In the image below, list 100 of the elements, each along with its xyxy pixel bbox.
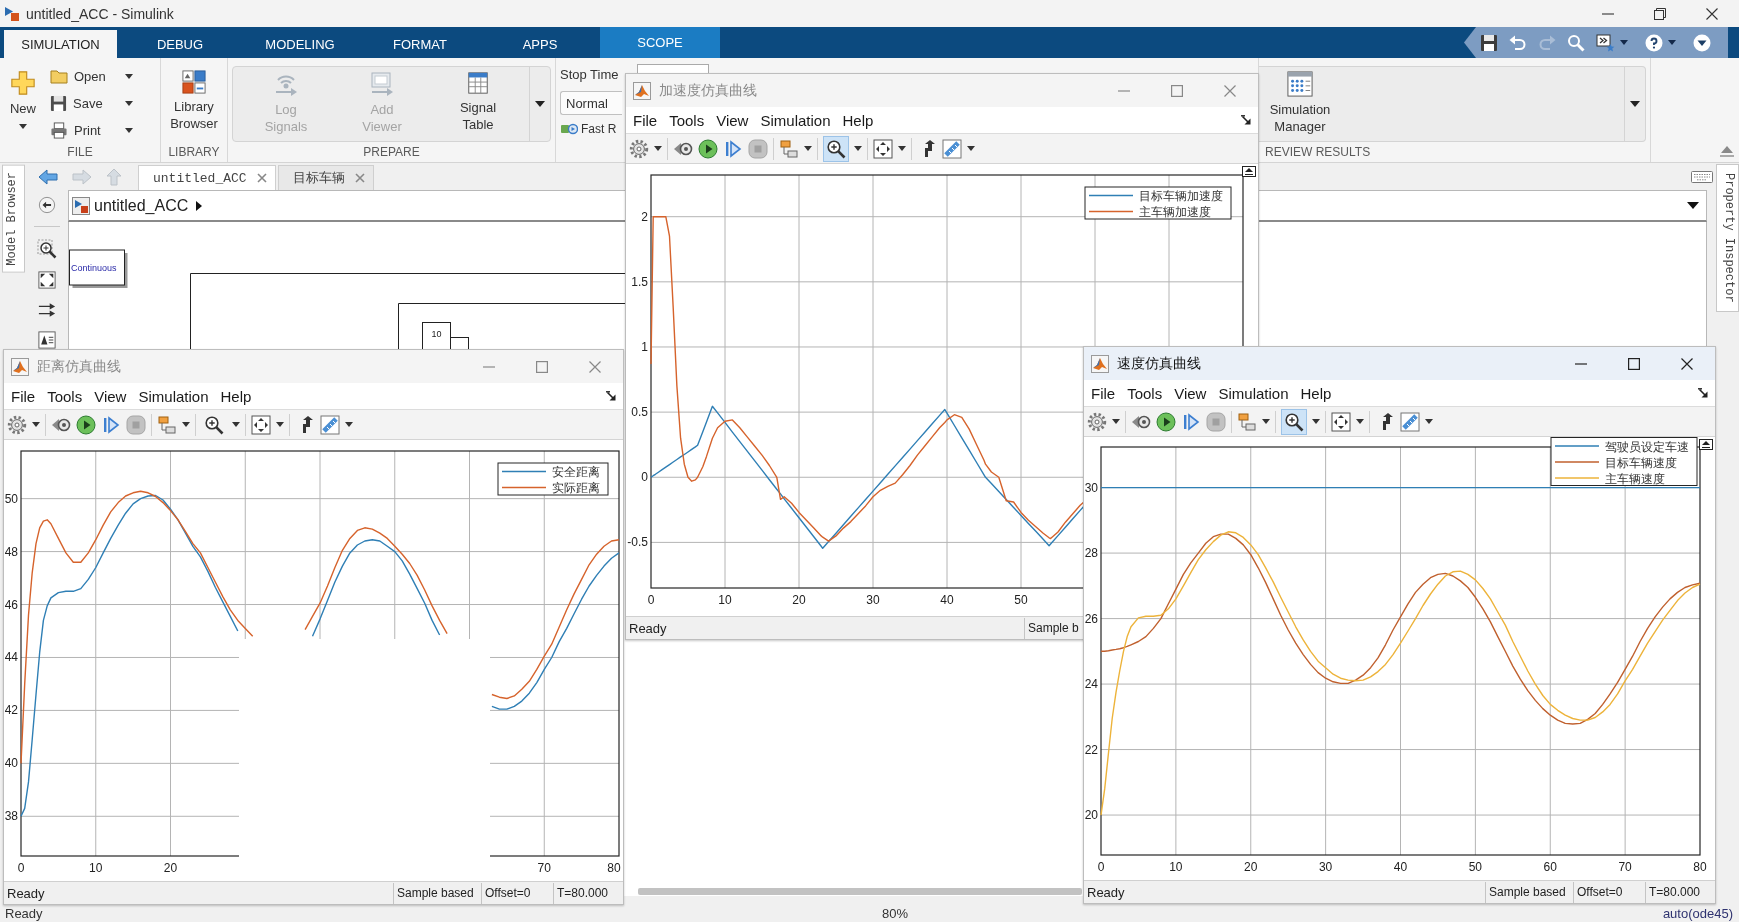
caret-icon[interactable] [854, 146, 862, 151]
caret-icon[interactable] [804, 146, 812, 151]
down-right-arrow-icon[interactable] [1698, 388, 1708, 398]
up-arrow-box-icon[interactable] [1699, 439, 1713, 450]
diagram-block[interactable] [450, 337, 469, 350]
menu-item[interactable]: Tools [663, 111, 711, 129]
search-icon[interactable] [1567, 33, 1585, 52]
caret-right-icon[interactable] [196, 200, 203, 211]
horizontal-scrollbar[interactable] [638, 888, 1082, 895]
ribbon-tab[interactable]: SCOPE [600, 27, 720, 58]
ribbon-tab[interactable]: MODELING [240, 30, 360, 58]
close-icon[interactable] [1706, 7, 1718, 20]
caret-icon[interactable] [1620, 40, 1628, 45]
caret-icon[interactable] [182, 422, 190, 427]
ribbon-button[interactable]: Print [50, 117, 133, 144]
side-panel-tab[interactable]: Property Inspector [1716, 164, 1739, 312]
ribbon-tab[interactable]: APPS [480, 30, 600, 58]
diagram-block[interactable]: 10 [422, 322, 451, 350]
editor-tab[interactable]: 目标车辆 [277, 165, 374, 190]
menu-item[interactable]: Simulation [132, 387, 215, 405]
caret-icon[interactable] [32, 422, 40, 427]
caret-icon[interactable] [1425, 419, 1433, 424]
keyboard-icon[interactable] [1691, 170, 1713, 183]
down-right-arrow-icon[interactable] [1241, 115, 1251, 125]
caret-icon[interactable] [1112, 419, 1120, 424]
close-icon[interactable] [1680, 357, 1693, 370]
menu-item[interactable]: Help [214, 387, 258, 405]
menu-item[interactable]: View [1168, 384, 1213, 402]
ribbon-button[interactable]: Fast R [560, 122, 617, 136]
menu-item[interactable]: File [5, 387, 42, 405]
ribbon-tab[interactable]: DEBUG [120, 30, 240, 58]
arrows-icon[interactable] [36, 301, 57, 319]
caret-icon[interactable] [125, 74, 133, 79]
undo-icon[interactable] [1509, 34, 1527, 51]
ruler-icon[interactable] [1400, 411, 1420, 432]
down-right-arrow-icon[interactable] [606, 391, 616, 401]
menu-item[interactable]: Tools [41, 387, 89, 405]
caret-icon[interactable] [19, 124, 27, 129]
caret-down-icon[interactable] [1687, 202, 1699, 209]
ribbon-button[interactable]: Signal Table [430, 67, 526, 133]
help-icon[interactable] [1645, 33, 1663, 52]
menu-item[interactable]: Simulation [1212, 384, 1295, 402]
ribbon-button[interactable]: Save [50, 90, 133, 117]
linked-blocks-icon[interactable] [1237, 411, 1257, 432]
up-arrow-box-icon[interactable] [1242, 166, 1256, 177]
editor-tab[interactable]: untitled_ACC [138, 165, 276, 190]
caret-icon[interactable] [1356, 419, 1364, 424]
caret-icon[interactable] [125, 128, 133, 133]
ribbon-button[interactable]: Simulation Manager [1260, 67, 1340, 135]
linked-blocks-icon[interactable] [779, 138, 799, 159]
side-panel-tab[interactable]: Model Browser [2, 165, 25, 273]
mode-dropdown[interactable]: Normal [560, 91, 622, 115]
menu-item[interactable]: Simulation [754, 111, 837, 129]
caret-icon[interactable] [232, 422, 240, 427]
caret-icon[interactable] [1668, 40, 1676, 45]
shortcut-icon[interactable] [1596, 33, 1615, 52]
menu-item[interactable]: Tools [1121, 384, 1169, 402]
caret-icon[interactable] [276, 422, 284, 427]
ribbon-button[interactable]: New [1, 66, 45, 129]
annotation-icon[interactable] [37, 331, 56, 349]
caret-icon[interactable] [125, 101, 133, 106]
ribbon-button[interactable]: Open [50, 63, 133, 90]
menu-item[interactable]: Help [1294, 384, 1338, 402]
back-arrow-icon[interactable] [38, 168, 58, 185]
save-icon[interactable] [1480, 33, 1498, 52]
settings-icon[interactable] [7, 414, 27, 435]
play-icon[interactable] [1156, 411, 1176, 432]
step-forward-icon[interactable] [723, 138, 743, 159]
fit-view-icon[interactable] [1331, 411, 1351, 432]
settings-icon[interactable] [629, 138, 649, 159]
settings-icon[interactable] [1087, 411, 1107, 432]
caret-icon[interactable] [1312, 419, 1320, 424]
fit-view-icon[interactable] [37, 271, 56, 289]
caret-icon[interactable] [345, 422, 353, 427]
step-forward-icon[interactable] [101, 414, 121, 435]
menu-item[interactable]: View [710, 111, 755, 129]
ruler-icon[interactable] [320, 414, 340, 435]
up-triangle-icon[interactable] [1719, 145, 1735, 157]
ribbon-button[interactable]: Library Browser [161, 66, 227, 132]
caret-icon[interactable] [967, 146, 975, 151]
menu-item[interactable]: File [627, 111, 664, 129]
restore-icon[interactable] [1654, 7, 1666, 20]
linked-blocks-icon[interactable] [157, 414, 177, 435]
ribbon-tab[interactable]: SIMULATION [4, 30, 117, 58]
play-icon[interactable] [76, 414, 96, 435]
ribbon-tab[interactable]: FORMAT [360, 30, 480, 58]
breadcrumb-link[interactable]: untitled_ACC [94, 196, 189, 215]
caret-icon[interactable] [898, 146, 906, 151]
step-forward-icon[interactable] [1181, 411, 1201, 432]
left-arrow-circle-icon[interactable] [37, 196, 56, 214]
maximize-icon[interactable] [1627, 357, 1640, 370]
fit-view-icon[interactable] [251, 414, 271, 435]
minimize-icon[interactable] [1574, 362, 1587, 365]
options-icon[interactable] [1693, 33, 1711, 52]
diagram-block[interactable]: Continuous [69, 249, 128, 288]
play-icon[interactable] [698, 138, 718, 159]
zoom-button[interactable] [1281, 408, 1307, 435]
menu-item[interactable]: File [1085, 384, 1122, 402]
caret-icon[interactable] [1262, 419, 1270, 424]
zoom-icon[interactable] [36, 239, 57, 259]
